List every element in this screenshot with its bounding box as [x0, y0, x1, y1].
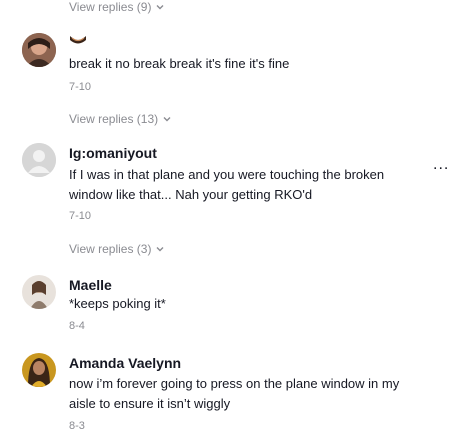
comment-date: 7-10 — [69, 210, 92, 222]
avatar-image — [22, 33, 56, 67]
comment-username[interactable]: Maelle — [69, 277, 112, 293]
avatar-image — [22, 275, 56, 309]
comment-date: 8-4 — [69, 320, 85, 332]
avatar[interactable] — [22, 143, 56, 177]
avatar[interactable] — [22, 353, 56, 387]
chevron-down-icon — [156, 247, 164, 252]
comment-date: 8-3 — [69, 420, 85, 432]
avatar[interactable] — [22, 33, 56, 67]
comment-text: break it no break break it's fine it's f… — [69, 56, 290, 71]
avatar-image — [22, 353, 56, 387]
view-replies-label: View replies (9) — [69, 0, 152, 14]
view-replies-link[interactable]: View replies (13) — [69, 112, 172, 126]
comment-text: now i’m forever going to press on the pl… — [69, 376, 400, 411]
comment-username[interactable]: Amanda Vaelynn — [69, 355, 181, 371]
comment-text: *keeps poking it* — [69, 296, 166, 311]
comment-date: 7-10 — [69, 81, 92, 93]
username-emoji[interactable] — [69, 33, 87, 49]
comment-text: If I was in that plane and you were touc… — [69, 167, 385, 202]
view-replies-link[interactable]: View replies (3) — [69, 242, 165, 256]
default-avatar-icon — [22, 143, 56, 177]
avatar[interactable] — [22, 275, 56, 309]
view-replies-label: View replies (3) — [69, 242, 152, 256]
comment-username[interactable]: Ig:omaniyout — [69, 145, 157, 161]
view-replies-link[interactable]: View replies (9) — [69, 0, 165, 14]
chevron-down-icon — [156, 5, 164, 10]
view-replies-label: View replies (13) — [69, 112, 159, 126]
emoji-icon — [70, 36, 86, 44]
more-options-icon[interactable]: ... — [433, 156, 449, 174]
chevron-down-icon — [163, 117, 171, 122]
